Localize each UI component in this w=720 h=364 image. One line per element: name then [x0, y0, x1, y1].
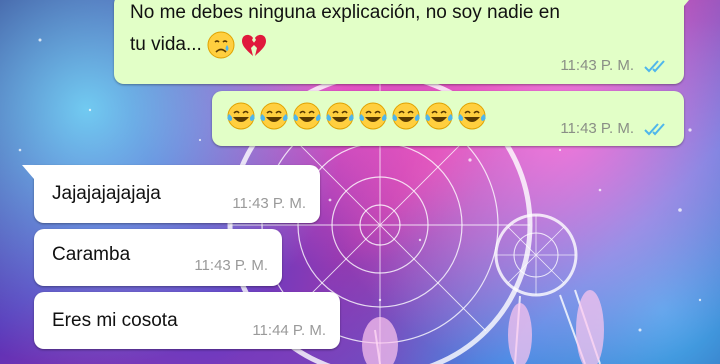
message-meta: 11:43 P. M. — [560, 116, 670, 142]
message-text: Caramba — [52, 244, 131, 265]
double-check-read-icon — [644, 123, 665, 136]
message-text: Jajajajajajaja — [52, 183, 161, 204]
tears-of-joy-emoji-icon — [227, 102, 255, 130]
message-timestamp: 11:43 P. M. — [560, 57, 634, 74]
tears-of-joy-emoji-icon — [458, 102, 486, 130]
message-timestamp: 11:43 P. M. — [194, 257, 268, 274]
incoming-message-bubble[interactable]: Eres mi cosota 11:44 P. M. — [34, 292, 340, 349]
outgoing-message-bubble[interactable]: No me debes ninguna explicación, no soy … — [114, 0, 694, 84]
message-text: No me debes ninguna explicación, no soy … — [130, 2, 560, 23]
message-timestamp: 11:44 P. M. — [252, 322, 326, 339]
message-text: Eres mi cosota — [52, 310, 178, 331]
tears-of-joy-emoji-icon — [359, 102, 387, 130]
emoji-row — [226, 101, 487, 131]
message-meta: 11:43 P. M. — [560, 53, 670, 79]
message-timestamp: 11:43 P. M. — [232, 195, 306, 212]
bubble-tail — [684, 0, 694, 6]
double-check-read-icon — [644, 60, 665, 73]
tears-of-joy-emoji-icon — [293, 102, 321, 130]
incoming-message-bubble[interactable]: Jajajajajajaja 11:43 P. M. — [22, 165, 320, 223]
outgoing-message-bubble[interactable]: 11:43 P. M. — [212, 91, 684, 146]
message-text-line2: tu vida... — [130, 31, 268, 59]
tears-of-joy-emoji-icon — [326, 102, 354, 130]
incoming-message-bubble[interactable]: Caramba 11:43 P. M. — [34, 229, 282, 286]
bubble-tail — [22, 165, 34, 179]
broken-heart-emoji-icon — [242, 34, 267, 56]
crying-face-emoji-icon — [207, 31, 235, 59]
tears-of-joy-emoji-icon — [392, 102, 420, 130]
message-text-continued: tu vida... — [130, 34, 202, 56]
tears-of-joy-emoji-icon — [260, 102, 288, 130]
message-timestamp: 11:43 P. M. — [560, 120, 634, 137]
tears-of-joy-emoji-icon — [425, 102, 453, 130]
